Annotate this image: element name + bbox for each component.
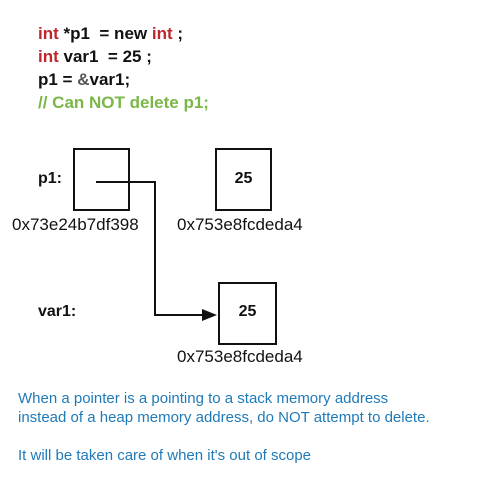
pointer-arrow-line [96,181,204,316]
note-line-3: It will be taken care of when it's out o… [18,447,312,464]
note-line-1: When a pointer is a pointing to a stack … [18,390,389,407]
note-line-2: instead of a heap memory address, do NOT… [18,409,430,426]
arrowhead-icon [202,309,217,321]
